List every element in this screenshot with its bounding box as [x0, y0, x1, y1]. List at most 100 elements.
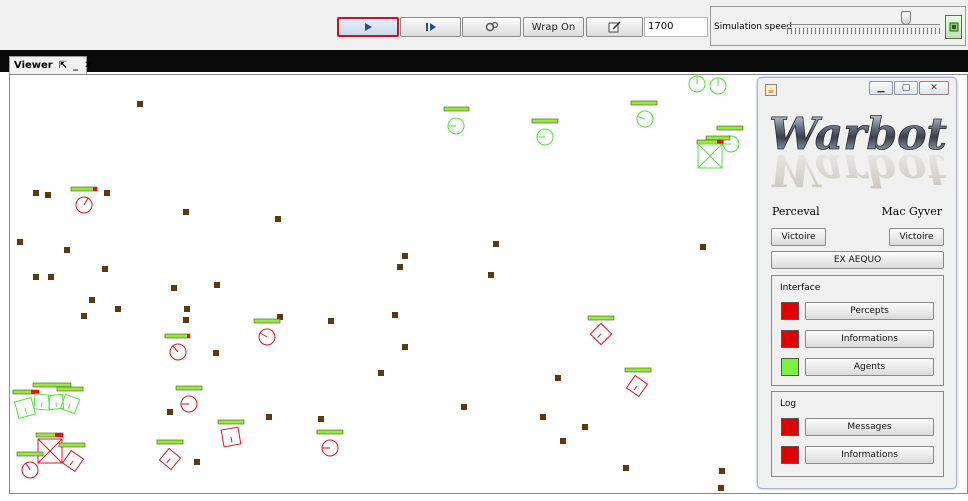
minimize-icon[interactable]: ▁	[869, 81, 893, 95]
health-bar	[531, 118, 559, 124]
resource-unit	[184, 306, 190, 312]
resource-unit	[81, 313, 87, 319]
resource-unit	[89, 297, 95, 303]
edit-button[interactable]	[586, 17, 643, 37]
resource-unit	[328, 318, 334, 324]
maximize-icon[interactable]: ▢	[894, 81, 918, 95]
resource-unit	[275, 216, 281, 222]
health-bar	[716, 125, 744, 131]
interface-group: Interface Percepts Informations Agents	[771, 275, 944, 386]
resource-unit	[213, 350, 219, 356]
base-agent	[158, 447, 182, 471]
resource-unit	[461, 404, 467, 410]
minimize-icon[interactable]: _	[73, 60, 78, 71]
resource-unit	[171, 285, 177, 291]
base-agent	[220, 426, 242, 448]
pin-icon[interactable]: ⇱	[59, 60, 67, 71]
health-bar	[443, 106, 470, 112]
resource-unit	[48, 274, 54, 280]
resource-unit	[700, 244, 706, 250]
close-icon[interactable]: ✕	[84, 60, 92, 71]
resource-unit	[397, 264, 403, 270]
resource-unit	[719, 468, 725, 474]
speed-slider-ticks	[787, 28, 940, 34]
simulation-speed-panel: Simulation speed	[710, 6, 966, 46]
resource-unit	[183, 317, 189, 323]
resource-unit	[33, 274, 39, 280]
tick-counter: 1700	[644, 17, 708, 37]
health-bar	[253, 318, 281, 324]
resource-unit	[167, 409, 173, 415]
robot-heading	[259, 332, 268, 338]
svg-text:Warbot: Warbot	[769, 144, 947, 195]
base-agent	[33, 393, 51, 411]
play-icon	[365, 23, 372, 31]
resource-unit	[194, 459, 200, 465]
simulation-speed-label: Simulation speed	[714, 22, 792, 32]
speed-slider-thumb[interactable]	[901, 11, 912, 25]
health-bar	[58, 442, 86, 448]
wrap-button[interactable]: Wrap On	[523, 17, 584, 37]
resource-unit	[183, 209, 189, 215]
resource-unit	[214, 282, 220, 288]
speed-toggle-button[interactable]	[945, 15, 962, 39]
resource-unit	[64, 247, 70, 253]
resource-unit	[718, 485, 724, 491]
viewer-tab-label: Viewer	[14, 60, 53, 71]
log-group: Log Messages Informations	[771, 391, 944, 477]
resource-unit	[623, 465, 629, 471]
gears-icon	[485, 21, 498, 32]
health-bar	[217, 419, 245, 425]
base-heading	[166, 458, 171, 464]
base-outline	[625, 374, 649, 398]
percepts-button[interactable]: Percepts	[805, 302, 934, 320]
victory-right-button[interactable]: Victoire	[889, 228, 944, 246]
health-bar	[630, 100, 658, 106]
resource-unit	[45, 192, 51, 198]
base-agent	[589, 322, 613, 346]
informations-button[interactable]: Informations	[805, 330, 934, 348]
health-bar	[587, 315, 615, 321]
resource-unit	[540, 414, 546, 420]
health-bar-damage	[93, 187, 97, 191]
base-agent	[13, 396, 37, 420]
health-bar	[164, 333, 191, 339]
toolbar: Wrap On 1700 Simulation speed	[0, 0, 968, 50]
resource-unit	[392, 312, 398, 318]
team-left-name: Perceval	[772, 205, 820, 218]
health-bar	[156, 439, 184, 445]
settings-button[interactable]	[462, 17, 521, 37]
robot-heading	[637, 115, 646, 120]
resource-unit	[378, 370, 384, 376]
health-bar	[175, 385, 203, 391]
messages-button[interactable]: Messages	[805, 418, 934, 436]
team-right-name: Mac Gyver	[881, 205, 942, 218]
resource-unit	[493, 241, 499, 247]
resource-unit	[560, 438, 566, 444]
health-bar	[705, 135, 731, 141]
agents-button[interactable]: Agents	[805, 358, 934, 376]
base-outline	[589, 322, 613, 346]
step-button[interactable]	[400, 17, 461, 37]
draw-button[interactable]: EX AEQUO	[771, 251, 944, 269]
step-forward-icon	[425, 23, 436, 31]
base-heading	[24, 407, 27, 414]
viewer-dock-bar	[0, 50, 968, 72]
base-agent	[61, 449, 85, 473]
edit-icon	[608, 21, 621, 33]
base-agent	[625, 374, 649, 398]
resource-unit	[488, 272, 494, 278]
health-bar	[16, 451, 44, 457]
base-heading	[597, 333, 602, 338]
robot-heading	[83, 197, 89, 206]
warbot-logo: Warbot Warbot	[769, 109, 948, 195]
java-icon: ☕	[765, 84, 777, 96]
health-bar-damage	[55, 433, 63, 437]
health-bar	[32, 382, 72, 388]
close-icon[interactable]: ✕	[919, 81, 949, 95]
viewer-tab[interactable]: Viewer ⇱ _ ✕	[9, 56, 93, 74]
play-button[interactable]	[337, 17, 399, 37]
victory-left-button[interactable]: Victoire	[771, 228, 826, 246]
resource-unit	[104, 190, 110, 196]
log-informations-button[interactable]: Informations	[805, 446, 934, 464]
